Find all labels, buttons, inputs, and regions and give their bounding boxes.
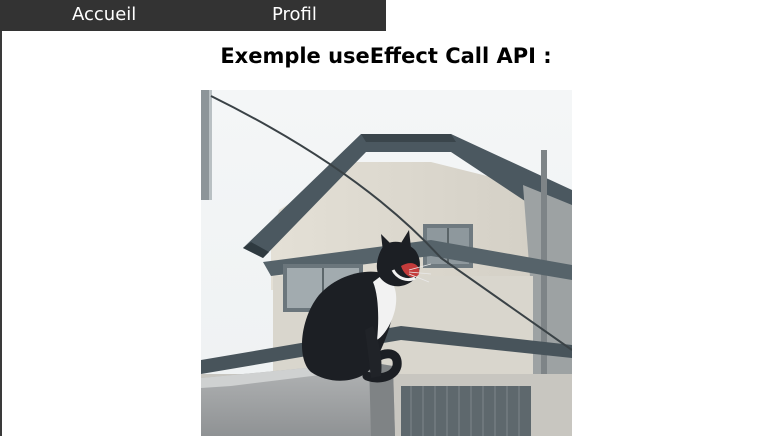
navbar: Accueil Profil bbox=[0, 0, 386, 31]
page-title: Exemple useEffect Call API : bbox=[220, 44, 552, 68]
nav-link-profil[interactable]: Profil bbox=[272, 0, 317, 31]
nav-link-accueil[interactable]: Accueil bbox=[72, 0, 136, 31]
cat-photo bbox=[201, 90, 572, 436]
page: Accueil Profil Exemple useEffect Call AP… bbox=[0, 0, 760, 436]
